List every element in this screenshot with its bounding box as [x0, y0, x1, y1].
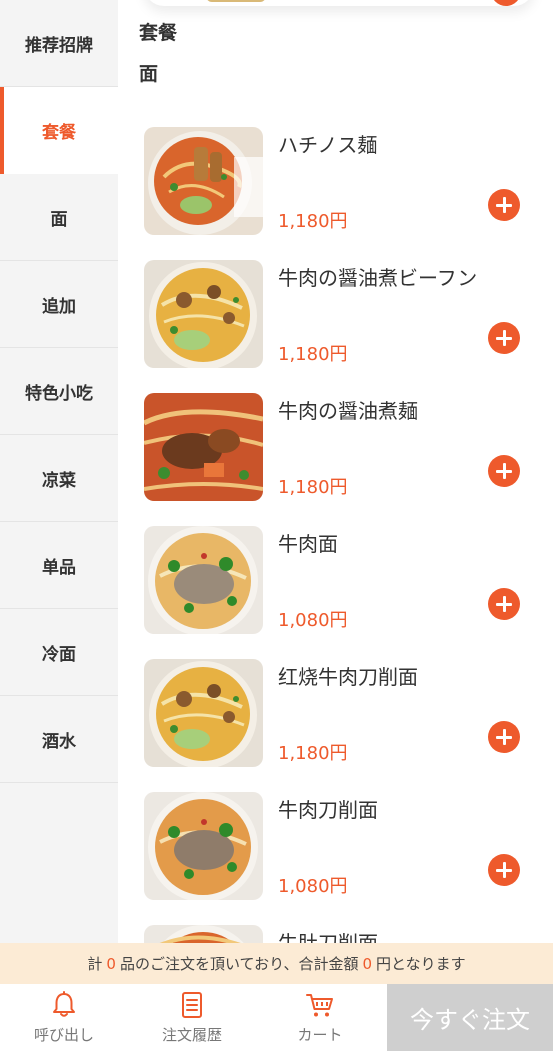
- dish-name: 牛肚刀削面: [278, 931, 378, 943]
- menu-list[interactable]: 套餐 面 ハチノス麺 1,180円 牛肉の醤油煮ビーフン 1,180円 牛肉の醤…: [118, 0, 553, 943]
- dish-item[interactable]: 牛肉面 1,080円: [144, 526, 544, 636]
- dish-price: 1,080円: [278, 610, 348, 631]
- dish-photo[interactable]: [144, 659, 263, 767]
- add-to-cart-button[interactable]: [488, 854, 520, 886]
- sidebar-item-cold-noodles[interactable]: 冷面: [0, 609, 118, 696]
- dish-photo[interactable]: [144, 127, 263, 235]
- order-now-button[interactable]: 今すぐ注文: [387, 984, 553, 1051]
- summary-middle: 品のご注文を頂いており、合計金額: [119, 955, 359, 973]
- sidebar-item-noodles[interactable]: 面: [0, 174, 118, 261]
- sidebar-item-single-items[interactable]: 单品: [0, 522, 118, 609]
- dish-name: 红烧牛肉刀削面: [278, 665, 418, 689]
- summary-total-amount: 0: [362, 954, 373, 973]
- dish-photo[interactable]: [144, 260, 263, 368]
- dish-item[interactable]: 红烧牛肉刀削面 1,180円: [144, 659, 544, 769]
- nav-call-staff-label: 呼び出し: [33, 1026, 94, 1044]
- summary-suffix: 円となります: [376, 955, 466, 973]
- nav-cart-label: カート: [297, 1026, 343, 1044]
- add-to-cart-button[interactable]: [488, 588, 520, 620]
- dish-name: 牛肉刀削面: [278, 798, 378, 822]
- dish-item[interactable]: 牛肉刀削面 1,080円: [144, 792, 544, 902]
- sidebar-item-snacks[interactable]: 特色小吃: [0, 348, 118, 435]
- dish-photo[interactable]: [144, 792, 263, 900]
- dish-item[interactable]: 牛肚刀削面: [144, 925, 544, 943]
- bell-icon: [53, 991, 75, 1017]
- sidebar-item-set-meal[interactable]: 套餐: [0, 87, 118, 174]
- dish-price: 1,080円: [278, 876, 348, 897]
- nav-order-history[interactable]: 注文履歴: [128, 984, 256, 1051]
- sidebar-item-extras[interactable]: 追加: [0, 261, 118, 348]
- sidebar-item-drinks[interactable]: 酒水: [0, 696, 118, 783]
- previous-dish-thumb: [206, 0, 266, 2]
- sidebar-item-cold-dishes[interactable]: 凉菜: [0, 435, 118, 522]
- dish-name: 牛肉面: [278, 532, 338, 556]
- previous-dish-card: [144, 0, 534, 6]
- summary-prefix: 計: [87, 955, 103, 973]
- order-history-icon: [182, 992, 202, 1018]
- cart-icon: [306, 994, 333, 1017]
- sidebar-item-recommended[interactable]: 推荐招牌: [0, 0, 118, 87]
- dish-item[interactable]: 牛肉の醤油煮ビーフン 1,180円: [144, 260, 544, 370]
- add-to-cart-button[interactable]: [488, 455, 520, 487]
- dish-name: 牛肉の醤油煮麺: [278, 399, 418, 423]
- section-title-noodles: 面: [139, 63, 159, 85]
- summary-item-count: 0: [106, 954, 116, 973]
- nav-call-staff[interactable]: 呼び出し: [0, 984, 128, 1051]
- dish-item[interactable]: ハチノス麺 1,180円: [144, 127, 544, 237]
- section-title-set-meal: 套餐: [139, 22, 178, 44]
- dish-price: 1,180円: [278, 743, 348, 764]
- dish-price: 1,180円: [278, 211, 348, 232]
- dish-photo[interactable]: [144, 925, 263, 943]
- order-summary-bar: 計 0 品のご注文を頂いており、合計金額 0 円となります: [0, 943, 553, 984]
- category-sidebar: 推荐招牌 套餐 面 追加 特色小吃 凉菜 单品 冷面 酒水: [0, 0, 118, 943]
- dish-photo[interactable]: [144, 393, 263, 501]
- dish-price: 1,180円: [278, 344, 348, 365]
- nav-cart[interactable]: カート: [256, 984, 384, 1051]
- add-to-cart-button[interactable]: [488, 322, 520, 354]
- dish-item[interactable]: 牛肉の醤油煮麺 1,180円: [144, 393, 544, 503]
- dish-price: 1,180円: [278, 477, 348, 498]
- nav-order-history-label: 注文履歴: [161, 1026, 222, 1044]
- bottom-nav: 呼び出し 注文履歴 カート 今すぐ注文: [0, 984, 553, 1051]
- add-to-cart-button[interactable]: [488, 721, 520, 753]
- add-to-cart-button[interactable]: [488, 189, 520, 221]
- dish-name: 牛肉の醤油煮ビーフン: [278, 266, 478, 290]
- dish-photo[interactable]: [144, 526, 263, 634]
- dish-name: ハチノス麺: [278, 133, 378, 157]
